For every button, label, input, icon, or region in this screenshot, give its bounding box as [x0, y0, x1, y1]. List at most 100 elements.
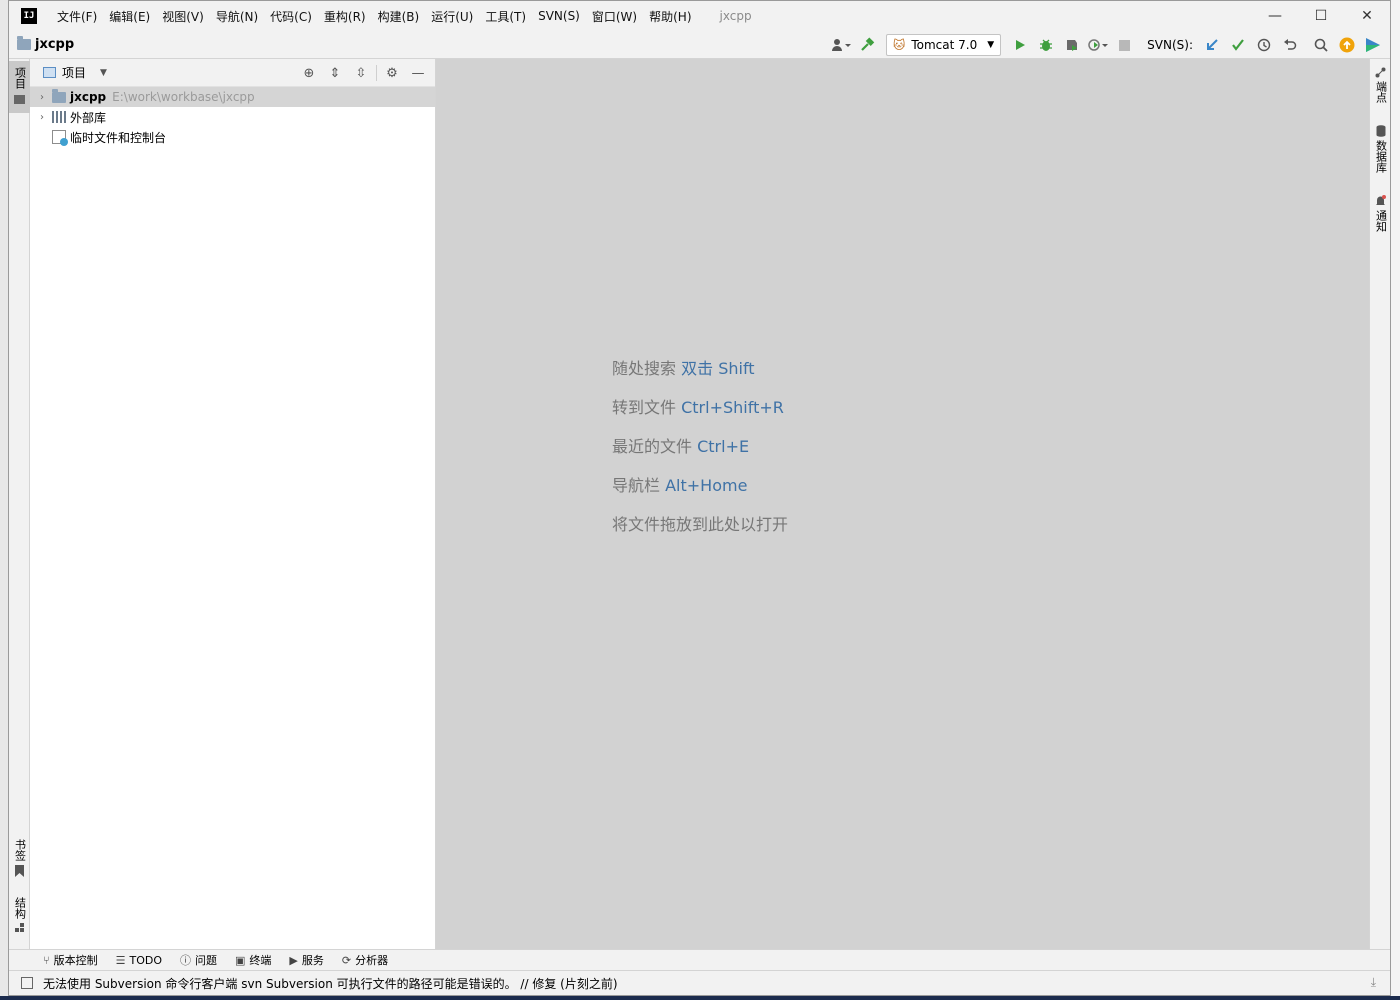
- debug-icon[interactable]: [1034, 34, 1058, 56]
- jetbrains-space-icon[interactable]: [1361, 34, 1385, 56]
- hint-shortcut: Alt+Home: [665, 476, 748, 495]
- run-configuration-select[interactable]: 🐱 Tomcat 7.0 ▼: [885, 34, 1002, 56]
- rollback-icon[interactable]: [1278, 34, 1302, 56]
- ide-window: IJ 文件(F) 编辑(E) 视图(V) 导航(N) 代码(C) 重构(R) 构…: [8, 0, 1391, 996]
- hide-icon[interactable]: —: [405, 66, 431, 81]
- database-icon: [1376, 125, 1385, 137]
- svn-label: SVN(S):: [1147, 38, 1193, 52]
- menu-navigate[interactable]: 导航(N): [210, 8, 264, 25]
- locate-icon[interactable]: ⊕: [296, 66, 322, 81]
- menu-svn[interactable]: SVN(S): [532, 9, 586, 23]
- menu-edit[interactable]: 编辑(E): [103, 8, 156, 25]
- tab-version-control[interactable]: ⑂ 版本控制: [43, 952, 98, 968]
- menu-run[interactable]: 运行(U): [425, 8, 479, 25]
- profiler-icon: ⟳: [341, 953, 352, 967]
- hint-navigation-bar: 导航栏 Alt+Home: [612, 472, 788, 511]
- project-panel: 项目 ▼ ⊕ ⇕ ⇳ ⚙ — › jxcpp E:\work\workbase\…: [30, 59, 436, 949]
- library-icon: [52, 111, 66, 123]
- hint-shortcut: 双击 Shift: [681, 359, 755, 378]
- tree-row-external-libraries[interactable]: › 外部库: [30, 107, 435, 127]
- tab-profiler[interactable]: ⟳ 分析器: [342, 952, 388, 968]
- run-icon[interactable]: [1008, 34, 1032, 56]
- ide-update-icon[interactable]: [1335, 34, 1359, 56]
- tree-row-project[interactable]: › jxcpp E:\work\workbase\jxcpp: [30, 87, 435, 107]
- database-tool-tab[interactable]: 数据库: [1370, 125, 1390, 173]
- intellij-logo-icon[interactable]: IJ: [21, 8, 37, 24]
- tab-version-control-label: 版本控制: [53, 954, 98, 967]
- tree-row-scratches[interactable]: 临时文件和控制台: [30, 127, 435, 147]
- main-toolbar: 🐱 Tomcat 7.0 ▼ SVN(S):: [828, 31, 1386, 59]
- tool-windows-toggle-icon[interactable]: [21, 977, 33, 989]
- tab-terminal[interactable]: ▣ 终端: [235, 952, 271, 968]
- right-tool-stripe: 端点 数据库 通知: [1369, 59, 1390, 949]
- left-tool-stripe: 项目 书签 结构: [9, 59, 30, 949]
- menu-file[interactable]: 文件(F): [51, 8, 103, 25]
- tab-services[interactable]: ▶ 服务: [289, 952, 323, 968]
- chevron-down-icon[interactable]: ▼: [100, 68, 107, 78]
- download-icon[interactable]: ⤓: [1371, 975, 1376, 990]
- search-icon[interactable]: [1309, 34, 1333, 56]
- bottom-tool-bar: ⑂ 版本控制 ☰ TODO ⓘ 问题 ▣ 终端 ▶ 服务 ⟳ 分析器: [9, 949, 1390, 970]
- gear-icon[interactable]: ⚙: [379, 66, 405, 81]
- tab-todo-label: TODO: [129, 953, 162, 967]
- editor-empty-area[interactable]: 随处搜索 双击 Shift 转到文件 Ctrl+Shift+R 最近的文件 Ct…: [436, 59, 1369, 949]
- title-bar: IJ 文件(F) 编辑(E) 视图(V) 导航(N) 代码(C) 重构(R) 构…: [9, 1, 1390, 31]
- history-icon[interactable]: [1252, 34, 1276, 56]
- tab-problems[interactable]: ⓘ 问题: [180, 952, 217, 968]
- build-hammer-icon[interactable]: [855, 34, 879, 56]
- scratch-file-icon: [52, 130, 68, 146]
- tree-project-name: jxcpp: [70, 90, 107, 104]
- tomcat-icon: 🐱: [892, 38, 906, 52]
- list-icon: ☰: [115, 953, 126, 967]
- bookmarks-tool-label: 书签: [13, 839, 27, 861]
- profiler-icon[interactable]: [1086, 34, 1110, 56]
- window-title: jxcpp: [719, 9, 752, 23]
- account-icon[interactable]: [829, 34, 853, 56]
- endpoints-tool-tab[interactable]: 端点: [1370, 67, 1390, 103]
- hint-label: 随处搜索: [612, 359, 677, 378]
- status-message[interactable]: 无法使用 Subversion 命令行客户端 svn Subversion 可执…: [43, 975, 618, 992]
- chevron-down-icon: ▼: [987, 40, 995, 50]
- expand-all-icon[interactable]: ⇕: [322, 66, 348, 81]
- hint-label: 导航栏: [612, 476, 661, 495]
- collapse-all-icon[interactable]: ⇳: [348, 66, 374, 81]
- tab-services-label: 服务: [301, 954, 324, 967]
- menu-build[interactable]: 构建(B): [372, 8, 426, 25]
- chevron-right-icon[interactable]: ›: [32, 112, 52, 123]
- hint-search-everywhere: 随处搜索 双击 Shift: [612, 355, 788, 394]
- svn-update-icon[interactable]: [1200, 34, 1224, 56]
- breadcrumb-project[interactable]: jxcpp: [35, 37, 74, 52]
- maximize-button[interactable]: ☐: [1298, 1, 1344, 31]
- tab-terminal-label: 终端: [249, 954, 272, 967]
- menu-help[interactable]: 帮助(H): [643, 8, 697, 25]
- menu-code[interactable]: 代码(C): [264, 8, 318, 25]
- close-button[interactable]: ✕: [1344, 1, 1390, 31]
- bookmark-icon: [15, 865, 24, 877]
- breadcrumb[interactable]: jxcpp: [17, 36, 74, 52]
- project-panel-tools: ⊕ ⇕ ⇳ ⚙ —: [296, 59, 431, 87]
- hint-label: 将文件拖放到此处以打开: [612, 515, 789, 534]
- project-tool-tab[interactable]: 项目: [9, 61, 30, 113]
- structure-tool-tab[interactable]: 结构: [9, 897, 30, 943]
- svn-commit-icon[interactable]: [1226, 34, 1250, 56]
- tree-project-path: E:\work\workbase\jxcpp: [112, 90, 255, 104]
- bookmarks-tool-tab[interactable]: 书签: [9, 839, 30, 887]
- stop-icon[interactable]: [1112, 34, 1136, 56]
- notifications-tool-tab[interactable]: 通知: [1370, 195, 1390, 232]
- minimize-button[interactable]: —: [1252, 1, 1298, 31]
- desktop-taskbar: [0, 996, 1400, 1000]
- run-configuration-label: Tomcat 7.0: [911, 38, 978, 52]
- menu-refactor[interactable]: 重构(R): [318, 8, 372, 25]
- status-bar: 无法使用 Subversion 命令行客户端 svn Subversion 可执…: [9, 970, 1390, 995]
- coverage-icon[interactable]: [1060, 34, 1084, 56]
- menu-window[interactable]: 窗口(W): [586, 8, 643, 25]
- project-tool-label: 项目: [13, 67, 27, 89]
- chevron-right-icon[interactable]: ›: [32, 92, 52, 103]
- structure-tool-label: 结构: [13, 897, 27, 919]
- project-panel-title[interactable]: 项目: [62, 64, 86, 81]
- project-view-icon: [43, 67, 56, 78]
- menu-tools[interactable]: 工具(T): [479, 8, 532, 25]
- tab-todo[interactable]: ☰ TODO: [116, 954, 162, 967]
- hint-drop-files: 将文件拖放到此处以打开: [612, 511, 788, 550]
- menu-view[interactable]: 视图(V): [156, 8, 210, 25]
